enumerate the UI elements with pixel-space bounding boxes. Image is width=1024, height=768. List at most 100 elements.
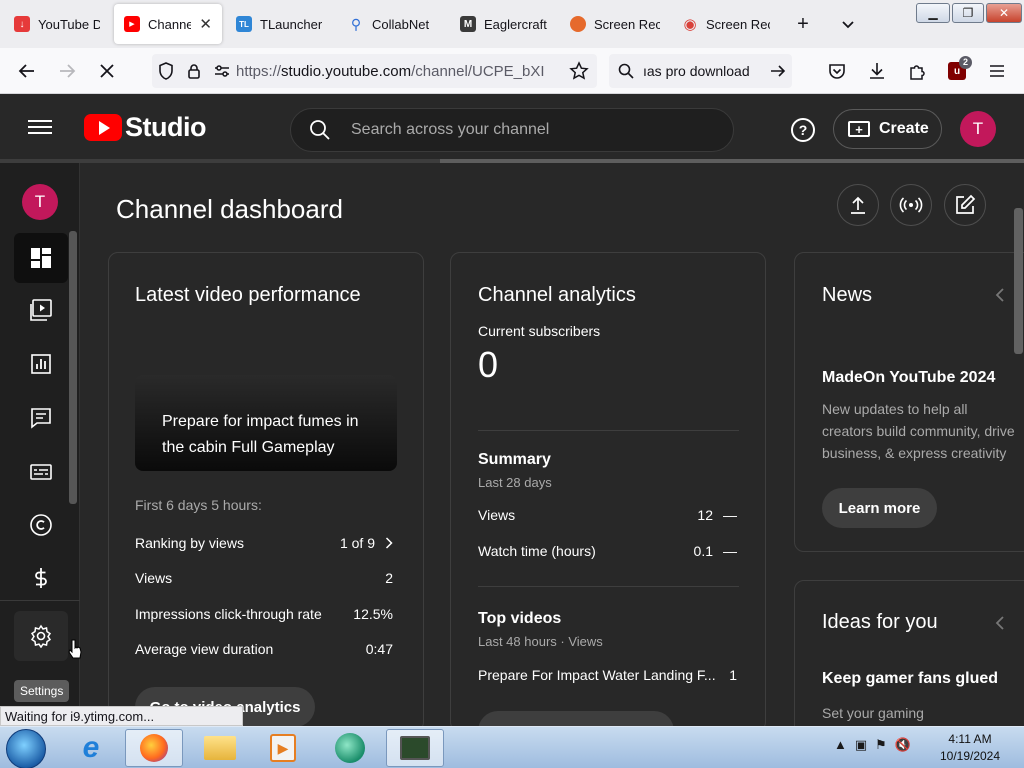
browser-tab[interactable]: ⚲ CollabNet <box>338 4 448 44</box>
tab-label: Screen Rec <box>594 16 660 32</box>
show-hidden-icons-icon[interactable]: ▲ <box>834 737 847 753</box>
youtube-favicon-icon: ▶ <box>124 16 140 32</box>
folder-icon <box>204 736 236 760</box>
card-title: News <box>822 284 873 306</box>
lock-icon[interactable] <box>180 63 208 79</box>
window-restore-button[interactable]: ❐ <box>952 3 984 23</box>
action-center-flag-icon[interactable]: ⚑ <box>875 737 887 753</box>
firefox-icon <box>140 734 168 762</box>
learn-more-button[interactable]: Learn more <box>822 488 937 528</box>
taskbar-internet-explorer[interactable]: e <box>62 729 120 767</box>
search-go-arrow-icon[interactable] <box>764 63 792 79</box>
network-icon[interactable]: ▣ <box>855 737 867 753</box>
window-minimize-button[interactable]: ▁ <box>916 3 950 23</box>
downloads-icon[interactable] <box>864 58 890 84</box>
news-headline: MadeOn YouTube 2024 <box>822 369 996 386</box>
taskbar-firefox[interactable] <box>125 729 183 767</box>
period-label: First 6 days 5 hours: <box>135 497 262 513</box>
taskbar-media-player[interactable]: ▶ <box>254 729 312 767</box>
bookmark-star-icon[interactable] <box>566 58 592 84</box>
rail-divider <box>0 600 80 601</box>
browser-tab[interactable]: Screen Rec <box>560 4 670 44</box>
url-prefix: https:// <box>236 62 282 80</box>
summary-value: 12 — <box>697 507 737 523</box>
url-path: /channel/UCPE_bXI <box>411 62 545 80</box>
youtube-studio-logo[interactable]: Studio <box>84 112 206 143</box>
section-divider <box>478 586 739 587</box>
stop-loading-icon[interactable] <box>94 58 120 84</box>
metric-label: Impressions click-through rate <box>135 606 322 622</box>
ideas-card: Ideas for you Keep gamer fans glued Set … <box>794 580 1024 740</box>
card-title: Channel analytics <box>478 284 636 306</box>
rail-scrollbar[interactable] <box>69 231 77 504</box>
top-video-row[interactable]: Prepare For Impact Water Landing F... 1 <box>478 667 737 683</box>
create-button[interactable]: + Create <box>833 109 942 149</box>
record-favicon-icon: ◉ <box>683 16 697 33</box>
chevron-left-icon[interactable] <box>995 615 1005 631</box>
chevron-left-icon[interactable] <box>995 287 1005 303</box>
video-thumbnail[interactable]: Prepare for impact fumes in the cabin Fu… <box>135 375 397 471</box>
account-avatar[interactable]: T <box>960 111 996 147</box>
search-icon <box>310 120 330 140</box>
system-clock[interactable]: 4:11 AM 10/19/2024 <box>928 731 1012 765</box>
monitor-icon <box>400 736 430 760</box>
upload-icon <box>851 196 865 214</box>
channel-analytics-card: Channel analytics Current subscribers 0 … <box>450 252 766 732</box>
taskbar-app[interactable] <box>321 729 379 767</box>
nav-content[interactable] <box>14 285 68 335</box>
window-close-button[interactable]: ✕ <box>986 3 1022 23</box>
back-arrow-icon[interactable] <box>14 58 40 84</box>
upload-button[interactable] <box>837 184 879 226</box>
edit-pencil-icon <box>956 194 976 214</box>
ublock-extension-icon[interactable]: u2 <box>944 56 972 84</box>
url-domain: studio.youtube.com <box>281 62 412 80</box>
taskbar-screen-recorder[interactable] <box>386 729 444 767</box>
forward-arrow-icon[interactable] <box>54 58 80 84</box>
logo-wordmark: Studio <box>125 112 206 142</box>
ranking-value: 1 of 9 <box>339 535 375 551</box>
url-bar[interactable]: https://studio.youtube.com/channel/UCPE_… <box>152 54 597 88</box>
permissions-sliders-icon[interactable] <box>208 64 236 78</box>
tab-close-icon[interactable]: ✕ <box>199 15 212 33</box>
trend-dash: — <box>723 507 737 523</box>
tracking-protection-shield-icon[interactable] <box>152 62 180 80</box>
taskbar-file-explorer[interactable] <box>191 729 249 767</box>
browser-tab[interactable]: TL TLauncher <box>226 4 336 44</box>
browser-search-bar[interactable]: ıas pro download <box>609 54 792 88</box>
nav-analytics[interactable] <box>14 339 68 389</box>
tab-favicon-icon: TL <box>236 16 252 32</box>
nav-copyright[interactable] <box>14 500 68 550</box>
nav-dashboard[interactable] <box>14 233 68 283</box>
browser-tab[interactable]: ↓ YouTube D <box>4 4 110 44</box>
url-text: https://studio.youtube.com/channel/UCPE_… <box>236 63 597 80</box>
page-scrollbar[interactable] <box>1014 208 1023 354</box>
nav-subtitles[interactable] <box>14 447 68 497</box>
start-button-windows-icon[interactable] <box>6 729 46 768</box>
search-favicon-icon: ⚲ <box>350 15 362 32</box>
channel-avatar[interactable]: T <box>22 184 58 220</box>
extensions-puzzle-icon[interactable] <box>904 58 930 84</box>
browser-tab[interactable]: ◉ Screen Rec <box>672 4 780 44</box>
volume-muted-icon[interactable]: 🔇 <box>895 737 911 753</box>
metric-row[interactable]: Ranking by views 1 of 9 <box>135 535 393 551</box>
new-tab-plus-icon[interactable]: + <box>789 10 817 38</box>
summary-row: Views 12 — <box>478 507 737 523</box>
channel-search-input[interactable]: Search across your channel <box>290 108 734 152</box>
nav-earn[interactable] <box>14 553 68 603</box>
create-label: Create <box>879 120 929 137</box>
go-live-button[interactable] <box>890 184 932 226</box>
help-icon[interactable]: ? <box>791 118 815 142</box>
tab-label: Screen Rec <box>706 16 770 32</box>
browser-tab[interactable]: M Eaglercraft <box>450 4 560 44</box>
menu-hamburger-icon[interactable] <box>28 116 52 140</box>
app-menu-hamburger-icon[interactable] <box>984 58 1010 84</box>
earn-dollar-icon <box>35 568 47 588</box>
browser-tab-active[interactable]: ▶ Channel ✕ <box>114 4 222 44</box>
tab-favicon-icon: ↓ <box>14 16 30 32</box>
pocket-icon[interactable] <box>824 58 850 84</box>
nav-settings[interactable] <box>14 611 68 661</box>
create-post-button[interactable] <box>944 184 986 226</box>
nav-comments[interactable] <box>14 393 68 443</box>
page-title: Channel dashboard <box>116 194 343 224</box>
tab-list-chevron-down-icon[interactable] <box>834 10 862 38</box>
